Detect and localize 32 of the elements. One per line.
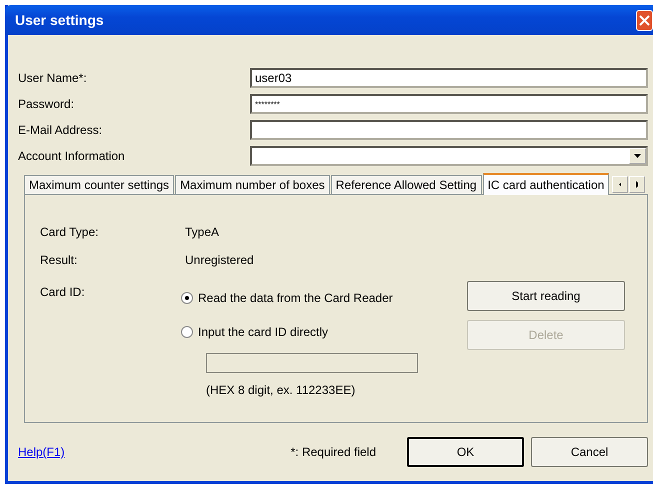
card-id-label: Card ID:	[40, 284, 86, 301]
close-button[interactable]	[636, 10, 653, 30]
info-value: Unregistered	[185, 253, 255, 269]
required-note: *: Required field	[290, 445, 376, 459]
tab[interactable]: Maximum number of boxes	[175, 175, 330, 194]
field-label: Password:	[18, 97, 76, 111]
field-label: E-Mail Address:	[18, 123, 104, 137]
hint-text: (HEX 8 digit, ex. 112233EE)	[206, 383, 356, 397]
input-field[interactable]: user03	[250, 68, 648, 88]
action-button[interactable]: Start reading	[467, 281, 625, 311]
tab[interactable]: IC card authentication	[482, 173, 610, 195]
window-title: User settings	[15, 12, 104, 28]
close-icon	[639, 14, 650, 26]
radio-button[interactable]	[181, 326, 193, 338]
password-field[interactable]: ********	[250, 94, 648, 114]
dropdown-arrow-icon	[634, 154, 641, 158]
tab[interactable]: Maximum counter settings	[24, 175, 174, 194]
radio-label[interactable]: Input the card ID directly	[198, 325, 328, 339]
dialog-button[interactable]: OK	[407, 437, 524, 467]
dropdown-field[interactable]	[250, 146, 648, 166]
dialog-button[interactable]: Cancel	[531, 437, 648, 467]
info-label: Result:	[40, 253, 78, 269]
info-label: Card Type:	[40, 225, 100, 241]
field-label: Account Information	[18, 149, 126, 163]
field-label: User Name*:	[18, 71, 88, 85]
info-value: TypeA	[185, 225, 220, 241]
help-link[interactable]: Help(F1)	[18, 445, 65, 459]
radio-label[interactable]: Read the data from the Card Reader	[198, 291, 393, 305]
tab[interactable]: Reference Allowed Setting	[330, 175, 482, 194]
input-field[interactable]	[250, 120, 648, 140]
radio-button[interactable]	[181, 292, 193, 304]
scroll-right-button[interactable]	[629, 176, 645, 193]
